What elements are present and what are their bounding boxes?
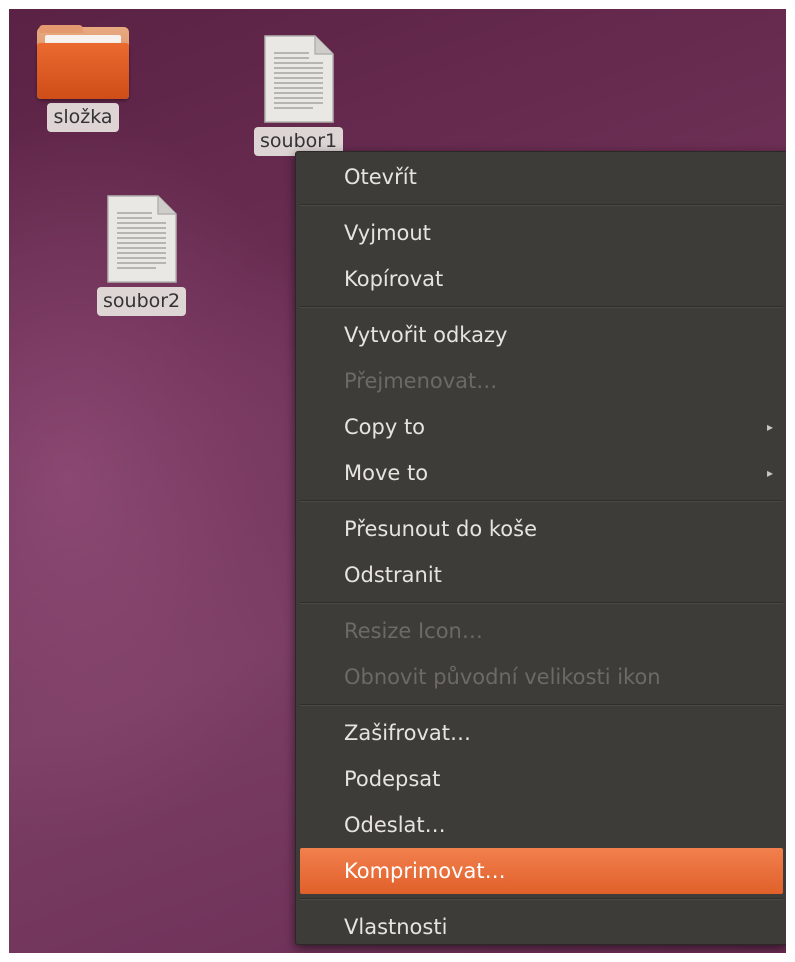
menu-item-label: Copy to bbox=[344, 415, 426, 439]
menu-separator bbox=[300, 306, 783, 308]
context-menu: Otevřít Vyjmout Kopírovat Vytvořit odkaz… bbox=[295, 151, 786, 945]
desktop-icon-file[interactable]: soubor1 bbox=[254, 35, 344, 156]
menu-item-move-to[interactable]: Move to ▸ bbox=[296, 450, 786, 496]
menu-item-restore-icon-size: Obnovit původní velikosti ikon bbox=[296, 654, 786, 700]
menu-separator bbox=[300, 500, 783, 502]
menu-item-encrypt[interactable]: Zašifrovat… bbox=[296, 710, 786, 756]
menu-item-compress[interactable]: Komprimovat… bbox=[300, 848, 783, 894]
submenu-arrow-icon: ▸ bbox=[766, 466, 773, 480]
menu-item-copy[interactable]: Kopírovat bbox=[296, 256, 786, 302]
menu-item-resize-icon: Resize Icon… bbox=[296, 608, 786, 654]
menu-separator bbox=[300, 602, 783, 604]
desktop-icon-label: složka bbox=[47, 103, 119, 132]
menu-item-label: Přejmenovat… bbox=[344, 369, 498, 393]
menu-item-label: Přesunout do koše bbox=[344, 517, 537, 541]
desktop-icon-folder[interactable]: složka bbox=[37, 25, 129, 132]
menu-separator bbox=[300, 898, 783, 900]
menu-item-label: Vyjmout bbox=[344, 221, 431, 245]
submenu-arrow-icon: ▸ bbox=[766, 420, 773, 434]
menu-separator bbox=[300, 204, 783, 206]
menu-item-open[interactable]: Otevřít bbox=[296, 154, 786, 200]
menu-item-label: Vlastnosti bbox=[344, 915, 448, 939]
menu-item-label: Resize Icon… bbox=[344, 619, 483, 643]
document-icon bbox=[263, 35, 334, 123]
menu-item-label: Odstranit bbox=[344, 563, 442, 587]
document-icon bbox=[106, 195, 177, 283]
menu-separator bbox=[300, 704, 783, 706]
desktop: složka soubor1 soubor2 Otevřít Vyjmout K… bbox=[9, 9, 786, 953]
menu-item-make-links[interactable]: Vytvořit odkazy bbox=[296, 312, 786, 358]
menu-item-label: Vytvořit odkazy bbox=[344, 323, 508, 347]
menu-item-copy-to[interactable]: Copy to ▸ bbox=[296, 404, 786, 450]
menu-item-label: Podepsat bbox=[344, 767, 441, 791]
menu-item-properties[interactable]: Vlastnosti bbox=[296, 904, 786, 950]
desktop-icon-file[interactable]: soubor2 bbox=[97, 195, 187, 316]
menu-item-label: Otevřít bbox=[344, 165, 417, 189]
menu-item-cut[interactable]: Vyjmout bbox=[296, 210, 786, 256]
menu-item-label: Kopírovat bbox=[344, 267, 444, 291]
menu-item-send[interactable]: Odeslat… bbox=[296, 802, 786, 848]
menu-item-rename: Přejmenovat… bbox=[296, 358, 786, 404]
menu-item-label: Komprimovat… bbox=[344, 859, 506, 883]
menu-item-label: Move to bbox=[344, 461, 429, 485]
menu-item-label: Odeslat… bbox=[344, 813, 446, 837]
desktop-icon-label: soubor2 bbox=[97, 287, 187, 316]
menu-item-move-to-trash[interactable]: Přesunout do koše bbox=[296, 506, 786, 552]
menu-item-label: Obnovit původní velikosti ikon bbox=[344, 665, 661, 689]
folder-icon bbox=[37, 25, 129, 99]
menu-item-delete[interactable]: Odstranit bbox=[296, 552, 786, 598]
menu-item-label: Zašifrovat… bbox=[344, 721, 471, 745]
menu-item-sign[interactable]: Podepsat bbox=[296, 756, 786, 802]
